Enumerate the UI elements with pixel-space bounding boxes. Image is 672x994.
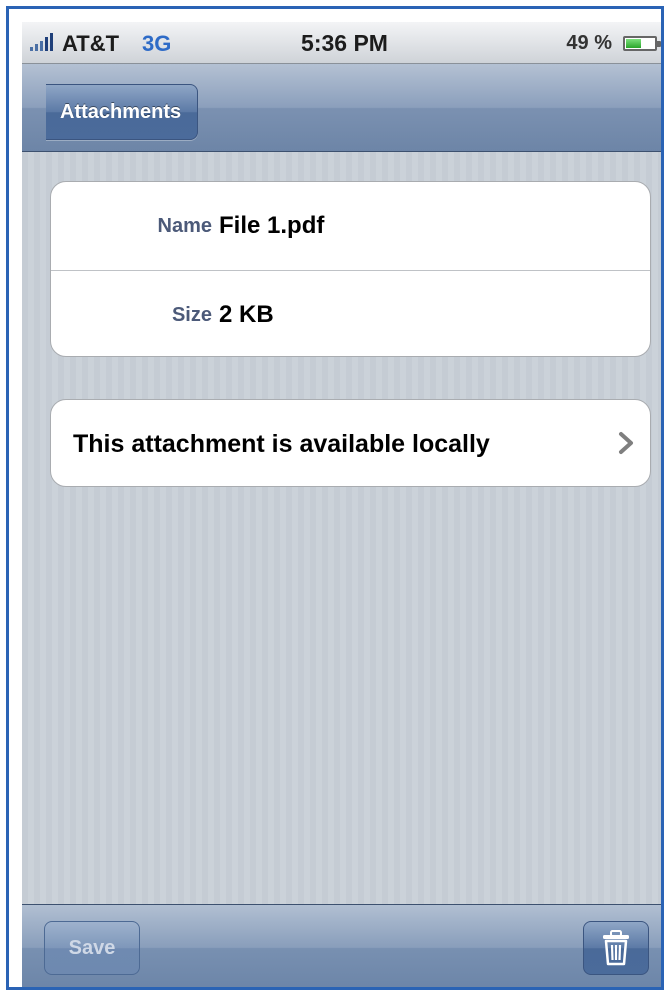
name-value: File 1.pdf (219, 212, 325, 239)
name-label: Name (157, 215, 212, 237)
size-label: Size (171, 304, 212, 326)
name-row: Name File 1.pdf (51, 182, 650, 270)
battery-fill (626, 39, 641, 48)
chevron-right-icon (619, 432, 633, 454)
save-button[interactable]: Save (44, 921, 140, 975)
size-value: 2 KB (219, 301, 274, 328)
size-row: Size 2 KB (51, 270, 650, 356)
back-button-label: Attachments (60, 100, 182, 123)
trash-icon (603, 930, 629, 966)
back-button-attachments[interactable]: Attachments (46, 84, 199, 140)
navigation-bar: Attachments (22, 64, 661, 152)
attachment-details-group: Name File 1.pdf Size 2 KB (50, 181, 651, 357)
delete-button[interactable] (583, 921, 649, 975)
status-bar: AT&T 3G 5:36 PM 49 % (22, 22, 661, 64)
available-locally-text: This attachment is available locally (73, 430, 490, 458)
battery-icon (623, 36, 661, 51)
available-locally-row[interactable]: This attachment is available locally (50, 399, 651, 487)
phone-screen: AT&T 3G 5:36 PM 49 % Attachments Name Fi… (22, 22, 661, 987)
battery-percent: 49 % (566, 32, 612, 54)
screenshot-frame: AT&T 3G 5:36 PM 49 % Attachments Name Fi… (6, 6, 664, 990)
bottom-toolbar: Save (22, 904, 661, 987)
save-button-label: Save (68, 936, 116, 959)
